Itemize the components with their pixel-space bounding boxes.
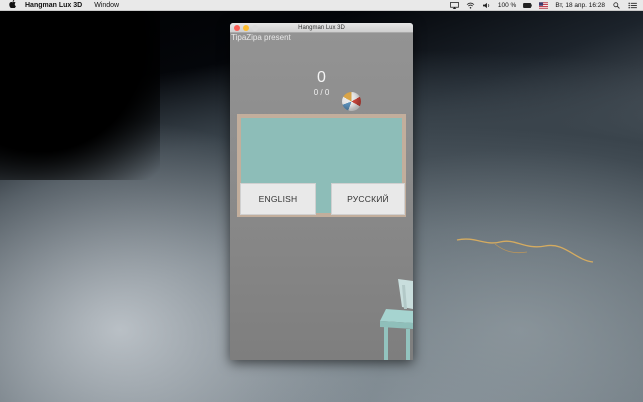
space-area (0, 10, 160, 180)
clock[interactable]: Вт, 18 апр. 16:28 (555, 2, 605, 9)
volume-icon[interactable] (482, 2, 491, 9)
app-window: Hangman Lux 3D TipaZipa present 0 0 / 0 … (230, 23, 413, 360)
window-titlebar[interactable]: Hangman Lux 3D (230, 23, 413, 33)
apple-icon[interactable] (4, 0, 20, 10)
presenter-label: TipaZipa present (231, 33, 291, 42)
battery-percent[interactable]: 100 % (498, 2, 516, 9)
menu-bar: Hangman Lux 3D Window 100 % RU Вт, 18 ап… (0, 0, 643, 11)
english-button[interactable]: ENGLISH (240, 183, 316, 215)
progress-counter: 0 / 0 (313, 88, 330, 97)
menu-window[interactable]: Window (94, 2, 119, 9)
window-title: Hangman Lux 3D (298, 25, 345, 31)
beach-ball-icon (342, 92, 361, 111)
board-surface: ENGLISH РУССКИЙ (240, 118, 405, 215)
flag-icon[interactable] (539, 2, 549, 9)
airplay-icon[interactable] (450, 2, 459, 9)
score-value: 0 (317, 69, 326, 86)
game-scene: TipaZipa present 0 0 / 0 ENGLISH РУССКИЙ (230, 33, 413, 360)
wifi-icon[interactable] (466, 2, 475, 9)
chair-icon (380, 279, 413, 360)
app-menu-name[interactable]: Hangman Lux 3D (25, 2, 82, 9)
battery-icon[interactable] (523, 2, 533, 9)
russian-button[interactable]: РУССКИЙ (331, 183, 405, 215)
status-tray: 100 % RU Вт, 18 апр. 16:28 (450, 0, 637, 11)
language-board: ENGLISH РУССКИЙ (237, 114, 406, 217)
river-lights (456, 238, 594, 263)
menu-list-icon[interactable] (628, 2, 637, 9)
search-icon[interactable] (612, 2, 621, 9)
